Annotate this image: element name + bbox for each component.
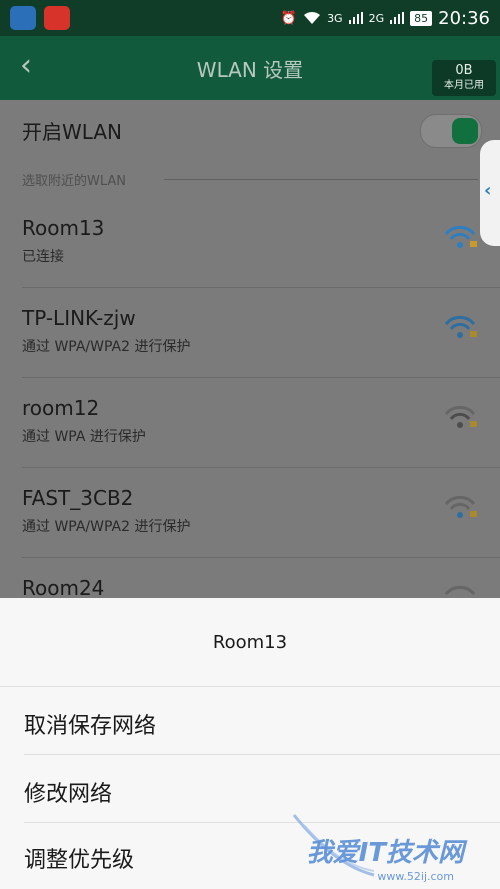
signal-2g-label: 2G <box>368 11 385 25</box>
data-usage-label: 本月已用 <box>444 80 484 91</box>
network-item-fast[interactable]: FAST_3CB2 通过 WPA/WPA2 进行保护 <box>0 468 500 558</box>
toggle-knob <box>452 118 478 144</box>
battery-icon: 85 <box>410 10 433 26</box>
wifi-locked-icon <box>444 225 477 248</box>
section-header: 选取附近的WLAN <box>22 174 127 189</box>
watermark-url: www.52ij.com <box>377 870 454 883</box>
sheet-title: Room13 <box>212 632 288 653</box>
section-divider <box>164 179 478 180</box>
data-usage-widget[interactable]: 0B 本月已用 <box>432 60 496 96</box>
watermark: 我爱IT技术网 www.52ij.com <box>254 805 494 885</box>
wifi-status-icon <box>304 11 321 24</box>
modify-network-option[interactable]: 修改网络 <box>24 776 112 808</box>
page-title: WLAN 设置 <box>196 58 304 82</box>
wifi-locked-icon <box>444 405 477 428</box>
wlan-toggle-label: 开启WLAN <box>22 120 123 144</box>
app-notification-icon[interactable] <box>44 6 70 30</box>
wifi-locked-icon <box>444 315 477 338</box>
wlan-list: 开启WLAN 选取附近的WLAN Room13 已连接 TP-LINK-zjw … <box>0 100 500 600</box>
alarm-icon: ⏰ <box>280 10 298 26</box>
network-name: TP-LINK-zjw <box>22 306 136 330</box>
signal-bars-icon <box>348 12 363 24</box>
app-header: ‹ WLAN 设置 0B 本月已用 <box>0 36 500 100</box>
network-status: 通过 WPA 进行保护 <box>22 429 146 445</box>
sheet-divider <box>24 754 500 755</box>
status-icons: ⏰ 3G 2G 85 20:36 <box>281 6 490 30</box>
network-name: Room13 <box>22 216 105 240</box>
forget-network-option[interactable]: 取消保存网络 <box>24 708 156 740</box>
signal-3g-label: 3G <box>327 11 343 25</box>
network-item-tp-link[interactable]: TP-LINK-zjw 通过 WPA/WPA2 进行保护 <box>0 288 500 378</box>
edge-panel-handle[interactable]: ‹ <box>480 140 500 246</box>
wlan-toggle-switch[interactable] <box>420 114 482 148</box>
data-usage-value: 0B <box>455 63 473 78</box>
status-bar: ⏰ 3G 2G 85 20:36 <box>0 0 500 36</box>
network-name: FAST_3CB2 <box>22 486 134 510</box>
network-status: 通过 WPA/WPA2 进行保护 <box>22 339 191 355</box>
clock: 20:36 <box>438 7 490 29</box>
chevron-left-icon: ‹ <box>484 180 492 201</box>
network-name: Room24 <box>22 576 105 600</box>
signal-bars-icon <box>390 12 405 24</box>
network-status: 已连接 <box>22 249 64 265</box>
network-item-room12[interactable]: room12 通过 WPA 进行保护 <box>0 378 500 468</box>
sheet-divider <box>0 686 500 687</box>
adjust-priority-option[interactable]: 调整优先级 <box>24 842 134 874</box>
weather-app-icon[interactable] <box>10 6 36 30</box>
wifi-locked-icon <box>444 495 477 518</box>
network-name: room12 <box>22 396 100 420</box>
watermark-text: 我爱IT技术网 <box>306 838 464 868</box>
network-item-room13[interactable]: Room13 已连接 <box>0 198 500 288</box>
network-status: 通过 WPA/WPA2 进行保护 <box>22 519 191 535</box>
